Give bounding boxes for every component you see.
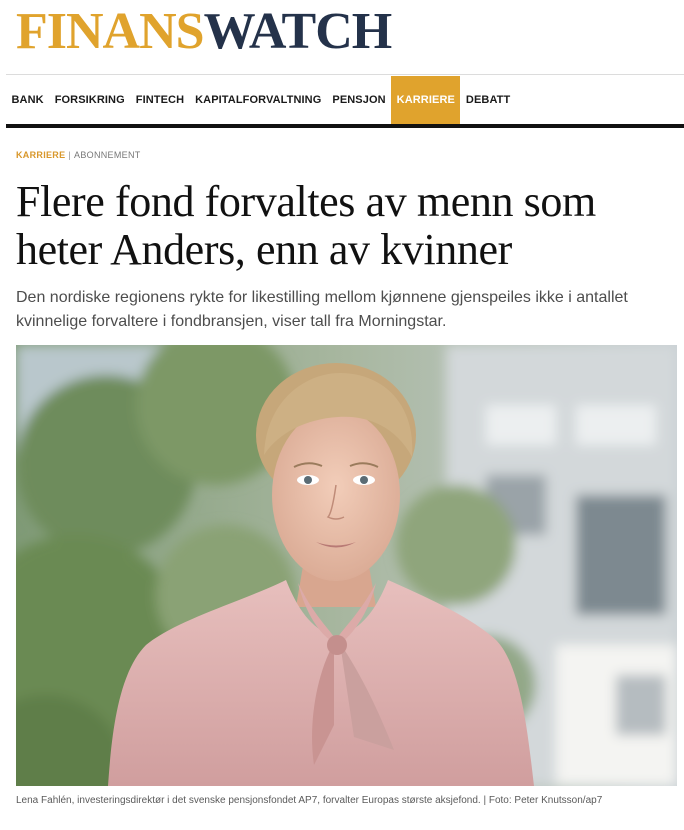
photo-caption: Lena Fahlén, investeringsdirektør i det … xyxy=(16,795,603,806)
logo-part-watch: WATCH xyxy=(203,3,393,60)
nav-bottom-rule xyxy=(6,124,684,128)
nav-item-forsikring[interactable]: FORSIKRING xyxy=(49,76,130,124)
portrait-illustration xyxy=(16,345,677,786)
breadcrumb-separator: | xyxy=(68,150,72,160)
nav-item-debatt[interactable]: DEBATT xyxy=(460,76,515,124)
nav-item-pensjon[interactable]: PENSJON xyxy=(327,76,391,124)
article-headline: Flere fond forvaltes av menn som heter A… xyxy=(16,177,596,274)
nav-item-kapitalforvaltning[interactable]: KAPITALFORVALTNING xyxy=(190,76,327,124)
site-logo[interactable]: FINANSWATCH xyxy=(16,3,393,60)
nav-item-fintech[interactable]: FINTECH xyxy=(130,76,189,124)
logo-part-finans: FINANS xyxy=(16,3,205,60)
article-breadcrumb: KARRIERE | ABONNEMENT xyxy=(16,150,141,160)
section-link[interactable]: KARRIERE xyxy=(16,150,65,160)
access-label: ABONNEMENT xyxy=(74,150,141,160)
section-nav: BANK FORSIKRING FINTECH KAPITALFORVALTNI… xyxy=(6,76,516,124)
nav-item-karriere[interactable]: KARRIERE xyxy=(391,76,461,124)
article-lead: Den nordiske regionens rykte for likesti… xyxy=(16,289,628,330)
nav-item-bank[interactable]: BANK xyxy=(6,76,49,124)
header-divider xyxy=(6,74,684,75)
article-photo xyxy=(16,345,677,786)
